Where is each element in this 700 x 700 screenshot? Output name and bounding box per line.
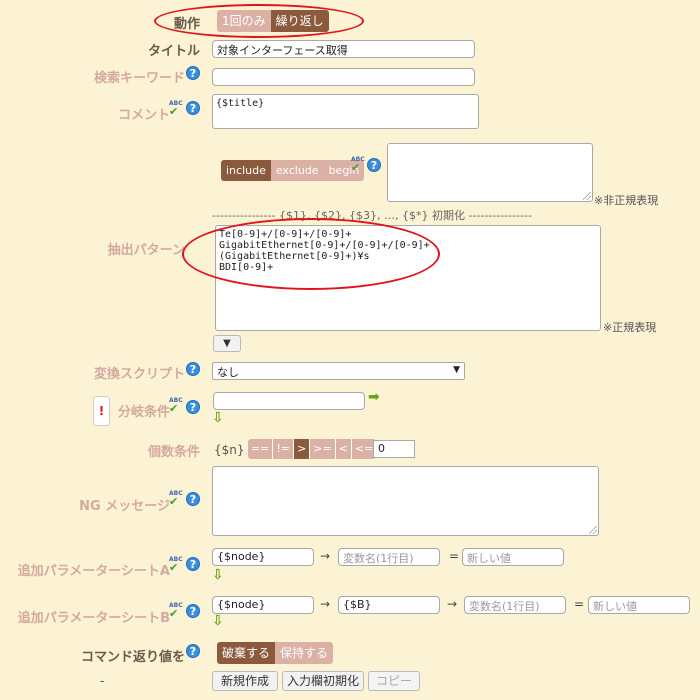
param-b-key-input[interactable]: {$node} bbox=[212, 596, 314, 614]
op-lt-button[interactable]: < bbox=[334, 439, 351, 459]
param-sheet-b-label: 追加パラメーターシートB bbox=[17, 611, 170, 626]
dropdown-arrow-icon: ▼ bbox=[453, 365, 460, 375]
action-label: 動作 bbox=[173, 17, 200, 32]
ng-message-textarea[interactable] bbox=[212, 466, 599, 536]
copy-button[interactable]: コピー bbox=[368, 671, 420, 691]
extract-pattern-textarea[interactable]: Te[0-9]+/[0-9]+/[0-9]+ GigabitEthernet[0… bbox=[215, 225, 601, 331]
param-a-key-input[interactable]: {$node} bbox=[212, 548, 314, 566]
count-variable: {$n} bbox=[214, 443, 245, 457]
title-input[interactable]: 対象インターフェース取得 bbox=[212, 40, 475, 58]
include-button[interactable]: include bbox=[221, 160, 271, 181]
help-icon[interactable]: ? bbox=[186, 557, 200, 571]
non-regex-note: ※非正規表現 bbox=[594, 194, 659, 207]
param-a-var-input[interactable]: 変数名(1行目) bbox=[338, 548, 440, 566]
action-once-button[interactable]: 1回のみ bbox=[217, 10, 271, 32]
init-separator: ---------------- {$1}, {$2}, {$3}, …, {$… bbox=[212, 209, 532, 222]
spellcheck-icon: ABC ✔ bbox=[169, 100, 183, 118]
convert-script-label: 変換スクリプト bbox=[93, 367, 185, 382]
extract-pattern-label: 抽出パターン bbox=[107, 243, 185, 258]
help-icon[interactable]: ? bbox=[186, 400, 200, 414]
comment-textarea[interactable]: {$title} bbox=[212, 94, 479, 129]
equals-separator: = bbox=[449, 549, 460, 563]
comment-label: コメント bbox=[117, 108, 170, 123]
help-icon[interactable]: ? bbox=[186, 362, 200, 376]
help-icon[interactable]: ? bbox=[186, 604, 200, 618]
help-icon[interactable]: ? bbox=[186, 66, 200, 80]
filter-textarea[interactable] bbox=[387, 143, 593, 202]
op-gt-button[interactable]: > bbox=[293, 439, 310, 459]
help-icon[interactable]: ? bbox=[186, 101, 200, 115]
search-keyword-input[interactable] bbox=[212, 68, 475, 86]
keep-button[interactable]: 保持する bbox=[275, 642, 334, 664]
spellcheck-icon: ABC ✔ bbox=[169, 397, 183, 415]
reset-inputs-button[interactable]: 入力欄初期化 bbox=[282, 671, 364, 691]
spellcheck-icon: ABC ✔ bbox=[351, 156, 365, 174]
param-a-new-value-input[interactable]: 新しい値 bbox=[462, 548, 564, 566]
param-sheet-a-label: 追加パラメーターシートA bbox=[17, 564, 170, 579]
green-arrow-down-icon: ⇩ bbox=[212, 410, 224, 426]
title-label: タイトル bbox=[147, 44, 200, 59]
expand-toggle-button[interactable]: ▼ bbox=[213, 335, 241, 352]
count-condition-label: 個数条件 bbox=[147, 445, 200, 460]
op-ge-button[interactable]: >= bbox=[309, 439, 335, 459]
return-value-label: コマンド返り値を bbox=[80, 650, 185, 665]
spellcheck-icon: ABC ✔ bbox=[169, 490, 183, 508]
new-button[interactable]: 新規作成 bbox=[212, 671, 278, 691]
param-b-var-input[interactable]: 変数名(1行目) bbox=[464, 596, 566, 614]
convert-script-select[interactable]: なし ▼ bbox=[212, 362, 465, 380]
help-icon[interactable]: ? bbox=[186, 644, 200, 658]
help-icon[interactable]: ? bbox=[367, 158, 381, 172]
green-arrow-right-icon: ➡ bbox=[368, 389, 380, 405]
param-b-new-value-input[interactable]: 新しい値 bbox=[588, 596, 690, 614]
return-value-toggle: 破棄する 保持する bbox=[217, 642, 334, 664]
count-operator-toggle: == != > >= < <= bbox=[248, 439, 377, 459]
discard-button[interactable]: 破棄する bbox=[217, 642, 276, 664]
ng-message-label: NG メッセージ bbox=[79, 499, 170, 514]
warning-badge: ! bbox=[93, 396, 110, 426]
exclude-button[interactable]: exclude bbox=[270, 160, 324, 181]
footer-dash: - bbox=[100, 674, 105, 688]
arrow-separator: → bbox=[320, 549, 331, 563]
branch-condition-input[interactable] bbox=[213, 392, 365, 410]
param-b-key2-input[interactable]: {$B} bbox=[338, 596, 440, 614]
spellcheck-icon: ABC ✔ bbox=[169, 556, 183, 574]
green-arrow-down-icon: ⇩ bbox=[212, 613, 224, 629]
regex-note: ※正規表現 bbox=[603, 321, 657, 334]
convert-script-value: なし bbox=[217, 366, 239, 379]
arrow-separator: → bbox=[447, 597, 458, 611]
branch-condition-label: 分岐条件 bbox=[117, 405, 170, 420]
arrow-separator: → bbox=[320, 597, 331, 611]
help-icon[interactable]: ? bbox=[186, 492, 200, 506]
equals-separator: = bbox=[574, 597, 585, 611]
green-arrow-down-icon: ⇩ bbox=[212, 567, 224, 583]
action-repeat-button[interactable]: 繰り返し bbox=[270, 10, 329, 32]
op-eq-button[interactable]: == bbox=[248, 439, 273, 459]
spellcheck-icon: ABC ✔ bbox=[169, 602, 183, 620]
count-value-input[interactable]: 0 bbox=[373, 440, 415, 458]
action-toggle: 1回のみ 繰り返し bbox=[217, 10, 329, 32]
filter-mode-toggle: include exclude begin bbox=[221, 160, 365, 181]
op-ne-button[interactable]: != bbox=[272, 439, 294, 459]
search-keyword-label: 検索キーワード bbox=[93, 71, 185, 86]
